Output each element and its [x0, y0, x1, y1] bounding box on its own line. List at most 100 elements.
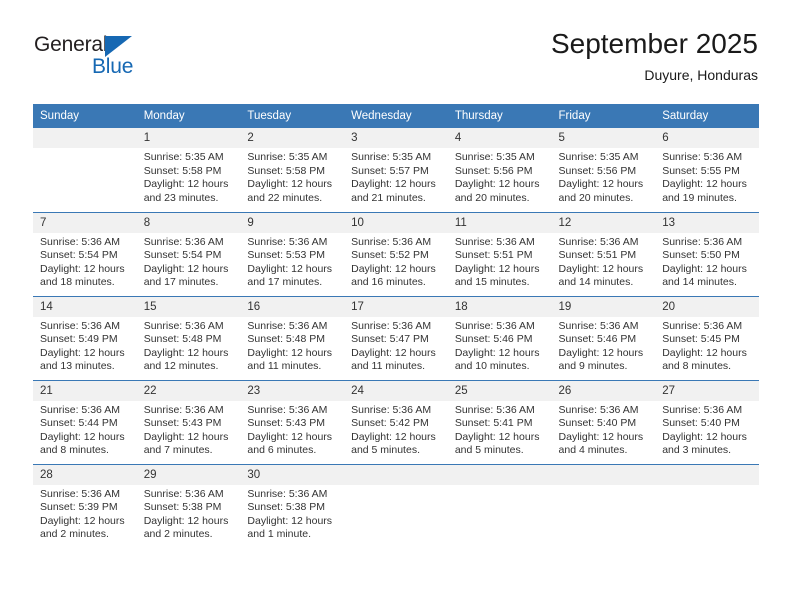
day-detail-line: and 5 minutes.: [454, 444, 524, 457]
day-detail-line: Sunset: 5:45 PM: [662, 333, 740, 346]
day-details: Sunrise: 5:36 AM Sunset: 5:53 PM Daylight:…: [240, 233, 344, 290]
calendar-day-cell[interactable]: 27 Sunrise: 5:36 AM Sunset: 5:40 PM Dayligh…: [655, 379, 759, 464]
day-detail-line: Sunset: 5:56 PM: [558, 164, 637, 177]
day-detail-line: Sunset: 5:54 PM: [143, 249, 222, 262]
calendar-day-cell[interactable]: 15 Sunrise: 5:36 AM Sunset: 5:48 PM Dayligh…: [136, 295, 241, 380]
day-detail-line: Sunrise: 5:36 AM: [454, 235, 535, 248]
day-details: Sunrise: 5:36 AM Sunset: 5:46 PM Daylight:…: [448, 317, 552, 374]
calendar-day-cell[interactable]: 5 Sunrise: 5:35 AM Sunset: 5:56 PM Daylight…: [551, 128, 656, 212]
day-detail-line: and 14 minutes.: [558, 276, 634, 289]
day-details: Sunrise: 5:36 AM Sunset: 5:52 PM Daylight:…: [344, 233, 448, 290]
day-detail-line: Sunset: 5:57 PM: [351, 164, 429, 177]
general-blue-logo[interactable]: General Blue: [34, 33, 154, 81]
day-details: Sunrise: 5:35 AM Sunset: 5:56 PM Daylight:…: [448, 148, 552, 205]
calendar-day-cell[interactable]: 1 Sunrise: 5:35 AM Sunset: 5:58 PM Daylight…: [136, 128, 241, 212]
calendar-day-cell[interactable]: 21 Sunrise: 5:36 AM Sunset: 5:44 PM Dayligh…: [33, 379, 137, 464]
day-number: [344, 464, 448, 485]
calendar-day-cell[interactable]: 28 Sunrise: 5:36 AM Sunset: 5:39 PM Dayligh…: [33, 463, 137, 548]
day-detail-line: Daylight: 12 hours: [454, 262, 540, 275]
day-detail-line: Daylight: 12 hours: [247, 178, 333, 191]
day-detail-line: Sunrise: 5:36 AM: [247, 235, 328, 248]
day-detail-line: Sunset: 5:44 PM: [40, 417, 118, 430]
day-detail-line: Daylight: 12 hours: [247, 430, 333, 443]
calendar-day-cell[interactable]: 3 Sunrise: 5:35 AM Sunset: 5:57 PM Daylight…: [344, 128, 448, 212]
day-detail-line: Sunset: 5:48 PM: [143, 333, 222, 346]
day-detail-line: and 8 minutes.: [662, 360, 732, 373]
day-detail-line: Sunrise: 5:36 AM: [662, 151, 743, 163]
calendar-day-cell[interactable]: 14 Sunrise: 5:36 AM Sunset: 5:49 PM Dayligh…: [33, 295, 137, 380]
calendar-day-cell[interactable]: 9 Sunrise: 5:36 AM Sunset: 5:53 PM Daylight…: [240, 211, 345, 296]
day-detail-line: Sunrise: 5:36 AM: [351, 403, 432, 416]
calendar-day-cell-empty: [33, 128, 137, 212]
calendar-day-cell[interactable]: 17 Sunrise: 5:36 AM Sunset: 5:47 PM Dayligh…: [344, 295, 448, 380]
calendar-day-cell[interactable]: 13 Sunrise: 5:36 AM Sunset: 5:50 PM Dayligh…: [655, 211, 759, 296]
calendar-body: 1 Sunrise: 5:35 AM Sunset: 5:58 PM Daylight…: [33, 128, 759, 548]
day-detail-line: Sunset: 5:56 PM: [454, 164, 533, 177]
day-details: Sunrise: 5:36 AM Sunset: 5:51 PM Daylight:…: [552, 233, 656, 290]
calendar-day-cell[interactable]: 29 Sunrise: 5:36 AM Sunset: 5:38 PM Dayligh…: [136, 463, 241, 548]
day-detail-line: Sunrise: 5:35 AM: [558, 151, 639, 163]
day-detail-line: and 1 minute.: [247, 528, 312, 541]
calendar-day-cell[interactable]: 19 Sunrise: 5:36 AM Sunset: 5:46 PM Dayligh…: [551, 295, 656, 380]
location-subtitle: Duyure, Honduras: [644, 67, 758, 83]
calendar-day-cell[interactable]: 23 Sunrise: 5:36 AM Sunset: 5:43 PM Dayligh…: [240, 379, 345, 464]
day-detail-line: Sunset: 5:58 PM: [247, 164, 326, 177]
day-detail-line: Sunrise: 5:36 AM: [351, 235, 432, 248]
day-detail-line: Sunrise: 5:36 AM: [558, 319, 639, 332]
day-details: Sunrise: 5:36 AM Sunset: 5:43 PM Daylight:…: [240, 401, 344, 458]
day-number: [447, 464, 552, 485]
calendar-day-cell[interactable]: 25 Sunrise: 5:36 AM Sunset: 5:41 PM Dayligh…: [447, 379, 552, 464]
day-details: Sunrise: 5:36 AM Sunset: 5:43 PM Daylight:…: [137, 401, 241, 458]
calendar-day-cell[interactable]: 12 Sunrise: 5:36 AM Sunset: 5:51 PM Dayligh…: [551, 211, 656, 296]
calendar-day-cell[interactable]: 26 Sunrise: 5:36 AM Sunset: 5:40 PM Dayligh…: [551, 379, 656, 464]
day-detail-line: Daylight: 12 hours: [351, 262, 436, 275]
calendar-day-cell[interactable]: 6 Sunrise: 5:36 AM Sunset: 5:55 PM Daylight…: [655, 128, 759, 212]
weekday-header-friday: Friday: [551, 104, 656, 128]
day-number: 29: [136, 464, 241, 485]
day-details: Sunrise: 5:36 AM Sunset: 5:54 PM Daylight:…: [137, 233, 241, 290]
calendar-day-cell[interactable]: 4 Sunrise: 5:35 AM Sunset: 5:56 PM Daylight…: [447, 128, 552, 212]
day-detail-line: and 10 minutes.: [454, 360, 530, 373]
day-detail-line: and 2 minutes.: [40, 528, 109, 541]
calendar-day-cell[interactable]: 24 Sunrise: 5:36 AM Sunset: 5:42 PM Dayligh…: [344, 379, 448, 464]
day-detail-line: Sunset: 5:47 PM: [351, 333, 429, 346]
calendar-day-cell[interactable]: 8 Sunrise: 5:36 AM Sunset: 5:54 PM Daylight…: [136, 211, 241, 296]
day-detail-line: Sunrise: 5:36 AM: [558, 235, 639, 248]
calendar-day-cell[interactable]: 2 Sunrise: 5:35 AM Sunset: 5:58 PM Daylight…: [240, 128, 345, 212]
calendar-day-cell[interactable]: 18 Sunrise: 5:36 AM Sunset: 5:46 PM Dayligh…: [447, 295, 552, 380]
calendar-day-cell[interactable]: 16 Sunrise: 5:36 AM Sunset: 5:48 PM Dayligh…: [240, 295, 345, 380]
logo-triangle-icon: [105, 36, 132, 57]
day-number: 23: [240, 380, 345, 401]
calendar-day-cell[interactable]: 30 Sunrise: 5:36 AM Sunset: 5:38 PM Dayligh…: [240, 463, 345, 548]
day-detail-line: and 22 minutes.: [247, 191, 323, 204]
calendar-day-cell[interactable]: 10 Sunrise: 5:36 AM Sunset: 5:52 PM Dayligh…: [344, 211, 448, 296]
day-detail-line: Sunset: 5:40 PM: [662, 417, 740, 430]
calendar-day-cell[interactable]: 22 Sunrise: 5:36 AM Sunset: 5:43 PM Dayligh…: [136, 379, 241, 464]
weekday-header-monday: Monday: [136, 104, 241, 128]
calendar-day-cell[interactable]: 7 Sunrise: 5:36 AM Sunset: 5:54 PM Daylight…: [33, 211, 137, 296]
day-detail-line: Sunrise: 5:36 AM: [662, 319, 743, 332]
day-detail-line: and 3 minutes.: [662, 444, 732, 457]
page-title: September 2025: [550, 28, 758, 59]
day-detail-line: Sunrise: 5:36 AM: [247, 319, 328, 332]
day-detail-line: Sunrise: 5:36 AM: [40, 235, 120, 248]
calendar-week-row: 21 Sunrise: 5:36 AM Sunset: 5:44 PM Dayligh…: [33, 379, 759, 464]
calendar-day-cell[interactable]: 20 Sunrise: 5:36 AM Sunset: 5:45 PM Dayligh…: [655, 295, 759, 380]
weekday-header-sunday: Sunday: [33, 104, 137, 128]
day-detail-line: Daylight: 12 hours: [143, 346, 229, 359]
logo-word-blue: Blue: [92, 55, 134, 78]
day-detail-line: Sunset: 5:55 PM: [662, 164, 740, 177]
day-detail-line: Sunrise: 5:36 AM: [40, 319, 120, 332]
day-details: Sunrise: 5:36 AM Sunset: 5:46 PM Daylight:…: [552, 317, 656, 374]
day-number: 18: [447, 296, 552, 317]
day-details: Sunrise: 5:36 AM Sunset: 5:48 PM Daylight:…: [240, 317, 344, 374]
calendar-day-cell-empty: [344, 463, 448, 548]
day-detail-line: and 16 minutes.: [351, 276, 426, 289]
calendar-day-cell[interactable]: 11 Sunrise: 5:36 AM Sunset: 5:51 PM Dayligh…: [447, 211, 552, 296]
day-number: 21: [33, 380, 137, 401]
day-details: Sunrise: 5:36 AM Sunset: 5:38 PM Daylight:…: [240, 485, 344, 542]
day-details: Sunrise: 5:36 AM Sunset: 5:49 PM Daylight:…: [33, 317, 137, 374]
day-detail-line: Daylight: 12 hours: [247, 262, 333, 275]
calendar-week-row: 7 Sunrise: 5:36 AM Sunset: 5:54 PM Daylight…: [33, 211, 759, 296]
day-details: Sunrise: 5:36 AM Sunset: 5:50 PM Daylight:…: [655, 233, 759, 290]
